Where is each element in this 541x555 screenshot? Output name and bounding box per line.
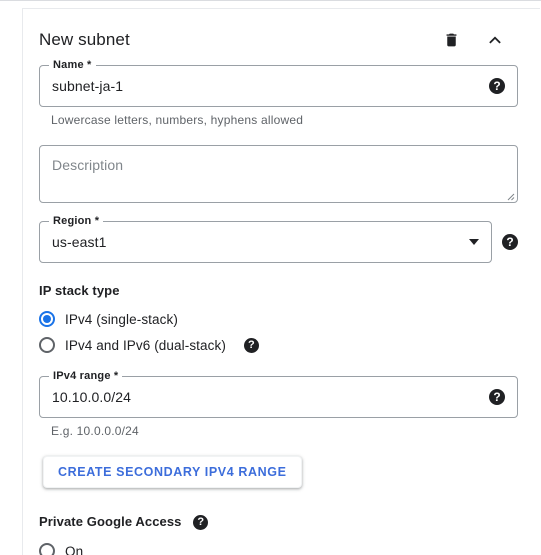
ip-stack-type-heading: IP stack type xyxy=(39,283,120,298)
chevron-up-icon[interactable] xyxy=(484,29,506,51)
new-subnet-card: New subnet Name * subnet-ja-1 ? Lowercas… xyxy=(22,8,540,555)
radio-label: IPv4 (single-stack) xyxy=(65,311,178,327)
name-field-row: Name * subnet-ja-1 ? xyxy=(39,59,518,107)
description-field[interactable]: Description xyxy=(39,145,518,203)
name-field-label: Name * xyxy=(49,59,96,71)
private-google-access-label: Private Google Access xyxy=(39,514,182,529)
ipv4-range-field-row: IPv4 range * 10.10.0.0/24 ? xyxy=(39,370,518,418)
create-secondary-ipv4-range-button[interactable]: CREATE SECONDARY IPV4 RANGE xyxy=(43,456,302,488)
ipv4-range-field[interactable]: IPv4 range * 10.10.0.0/24 ? xyxy=(39,370,518,418)
radio-indicator[interactable] xyxy=(39,543,55,555)
name-help-icon[interactable]: ? xyxy=(489,78,505,94)
private-google-access-heading: Private Google Access ? xyxy=(39,514,518,531)
top-divider xyxy=(0,0,541,1)
region-selected-value: us-east1 xyxy=(52,234,107,250)
page-title: New subnet xyxy=(39,30,130,49)
radio-indicator[interactable] xyxy=(39,311,55,327)
ipv4-range-helper-text: E.g. 10.0.0.0/24 xyxy=(51,424,139,438)
name-field[interactable]: Name * subnet-ja-1 ? xyxy=(39,59,518,107)
ipv4-range-field-label: IPv4 range * xyxy=(49,370,123,382)
description-field-row: Description xyxy=(39,145,518,203)
chevron-down-icon[interactable] xyxy=(469,239,479,245)
name-input[interactable]: subnet-ja-1 xyxy=(52,78,123,94)
ipv4-range-help-icon[interactable]: ? xyxy=(489,389,505,405)
region-field-row: Region * us-east1 ? xyxy=(39,215,518,263)
card-header: New subnet xyxy=(23,9,540,55)
description-input[interactable]: Description xyxy=(52,157,123,173)
trash-icon[interactable] xyxy=(440,29,462,51)
card-body: Name * subnet-ja-1 ? Lowercase letters, … xyxy=(23,55,540,555)
name-helper-text: Lowercase letters, numbers, hyphens allo… xyxy=(51,113,304,127)
region-select[interactable]: Region * us-east1 xyxy=(39,215,492,263)
radio-label: IPv4 and IPv6 (dual-stack) xyxy=(65,337,226,353)
radio-label: On xyxy=(65,543,84,555)
radio-ipv4-ipv6-dual-stack[interactable]: IPv4 and IPv6 (dual-stack) ? xyxy=(39,332,518,358)
resize-grip-icon[interactable] xyxy=(503,188,515,201)
radio-private-google-access-on[interactable]: On xyxy=(39,538,518,555)
radio-ipv4-single-stack[interactable]: IPv4 (single-stack) xyxy=(39,306,518,332)
dual-stack-help-icon[interactable]: ? xyxy=(243,337,259,353)
new-subnet-panel: New subnet Name * subnet-ja-1 ? Lowercas… xyxy=(0,0,541,555)
region-field-label: Region * xyxy=(49,215,104,227)
header-actions xyxy=(440,29,520,51)
private-google-access-help-icon[interactable]: ? xyxy=(193,515,209,531)
radio-indicator[interactable] xyxy=(39,337,55,353)
region-help-icon[interactable]: ? xyxy=(502,234,518,250)
ipv4-range-input[interactable]: 10.10.0.0/24 xyxy=(52,389,131,405)
secondary-range-button-row: CREATE SECONDARY IPV4 RANGE xyxy=(39,438,518,488)
